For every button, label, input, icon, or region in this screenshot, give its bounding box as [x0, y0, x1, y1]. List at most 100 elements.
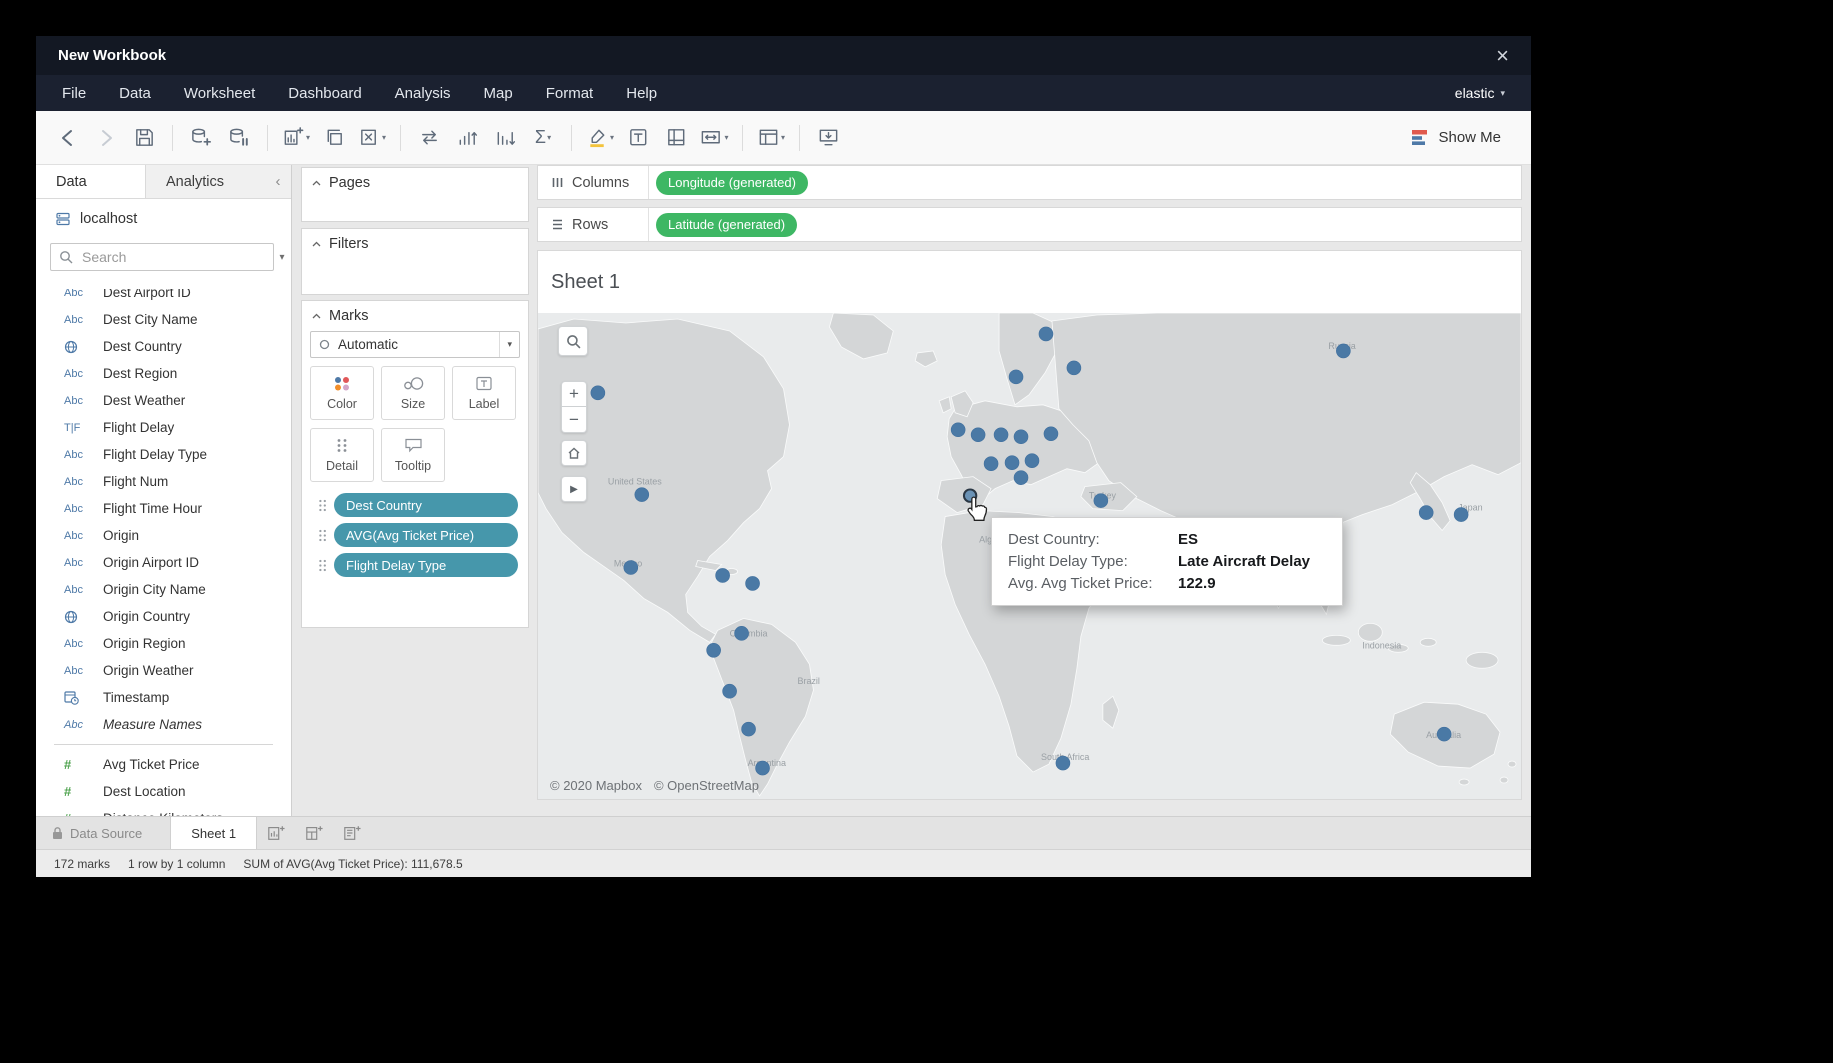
field-item[interactable]: Origin Country: [36, 603, 291, 630]
map-mark[interactable]: [591, 386, 605, 400]
new-dashboard-tab-button[interactable]: [295, 817, 333, 849]
field-item[interactable]: AbcOrigin: [36, 522, 291, 549]
size-button[interactable]: Size: [381, 366, 445, 420]
swap-rows-columns-button[interactable]: [411, 119, 447, 157]
map-mark[interactable]: [1025, 454, 1039, 468]
mapbox-attribution[interactable]: © 2020 Mapbox: [550, 778, 642, 793]
totals-button[interactable]: Σ▾: [525, 119, 561, 157]
zoom-in-button[interactable]: +: [561, 381, 587, 407]
pages-card[interactable]: Pages: [301, 167, 529, 222]
menu-data[interactable]: Data: [119, 85, 151, 102]
new-story-tab-button[interactable]: [333, 817, 371, 849]
marks-pill[interactable]: AVG(Avg Ticket Price): [334, 523, 518, 547]
map-mark[interactable]: [1056, 756, 1070, 770]
back-button[interactable]: [50, 119, 86, 157]
field-item[interactable]: AbcDest Weather: [36, 387, 291, 414]
map-mark[interactable]: [971, 428, 985, 442]
map-mark[interactable]: [994, 428, 1008, 442]
field-item[interactable]: AbcOrigin City Name: [36, 576, 291, 603]
map-mark[interactable]: [1039, 327, 1053, 341]
label-button[interactable]: Label: [452, 366, 516, 420]
presentation-mode-button[interactable]: [810, 119, 846, 157]
map-mark[interactable]: [984, 457, 998, 471]
sheet1-tab[interactable]: Sheet 1: [170, 817, 257, 849]
field-item[interactable]: Dest Country: [36, 333, 291, 360]
pill-longitude[interactable]: Longitude (generated): [656, 171, 808, 195]
tab-data[interactable]: Data: [36, 165, 146, 198]
field-item[interactable]: AbcOrigin Airport ID: [36, 549, 291, 576]
search-input[interactable]: [80, 248, 265, 266]
field-item[interactable]: AbcFlight Delay Type: [36, 441, 291, 468]
account-menu[interactable]: elastic ▾: [1455, 85, 1505, 101]
map-mark[interactable]: [742, 722, 756, 736]
menu-format[interactable]: Format: [546, 85, 594, 102]
map-mark[interactable]: [723, 684, 737, 698]
menu-map[interactable]: Map: [484, 85, 513, 102]
map-mark[interactable]: [1336, 344, 1350, 358]
field-item[interactable]: AbcDest City Name: [36, 306, 291, 333]
tab-analytics[interactable]: Analytics: [146, 165, 265, 198]
map-mark[interactable]: [1437, 727, 1451, 741]
duplicate-sheet-button[interactable]: [316, 119, 352, 157]
map-mark[interactable]: [1094, 494, 1108, 508]
map-mark[interactable]: [1014, 471, 1028, 485]
mark-type-dropdown[interactable]: Automatic ▾: [310, 331, 520, 358]
field-item[interactable]: AbcFlight Num: [36, 468, 291, 495]
show-hide-cards-button[interactable]: ▾: [753, 119, 789, 157]
menu-file[interactable]: File: [62, 85, 86, 102]
pill-latitude[interactable]: Latitude (generated): [656, 213, 797, 237]
map-mark[interactable]: [716, 568, 730, 582]
osm-attribution[interactable]: © OpenStreetMap: [654, 778, 759, 793]
field-item[interactable]: AbcMeasure Names: [36, 711, 291, 738]
clear-sheet-button[interactable]: ▾: [354, 119, 390, 157]
map-mark[interactable]: [951, 423, 965, 437]
columns-shelf[interactable]: Columns Longitude (generated): [537, 165, 1522, 200]
fix-axes-button[interactable]: [658, 119, 694, 157]
new-worksheet-tab-button[interactable]: [257, 817, 295, 849]
marks-pill[interactable]: Flight Delay Type: [334, 553, 518, 577]
show-me-button[interactable]: Show Me: [1411, 129, 1517, 146]
detail-button[interactable]: Detail: [310, 428, 374, 482]
map-mark[interactable]: [635, 488, 649, 502]
map-mark[interactable]: [1044, 427, 1058, 441]
forward-button[interactable]: [88, 119, 124, 157]
field-item[interactable]: AbcOrigin Weather: [36, 657, 291, 684]
map-mark[interactable]: [1419, 506, 1433, 520]
sort-ascending-button[interactable]: [449, 119, 485, 157]
field-item[interactable]: Timestamp: [36, 684, 291, 711]
field-list-menu-icon[interactable]: ▾: [277, 252, 287, 263]
menu-analysis[interactable]: Analysis: [395, 85, 451, 102]
field-item[interactable]: T|FFlight Delay: [36, 414, 291, 441]
show-mark-labels-button[interactable]: [620, 119, 656, 157]
map-mark[interactable]: [624, 560, 638, 574]
field-item[interactable]: AbcDest Airport ID: [36, 289, 291, 306]
field-item[interactable]: #Avg Ticket Price: [36, 751, 291, 778]
marks-pill[interactable]: Dest Country: [334, 493, 518, 517]
field-item[interactable]: AbcFlight Time Hour: [36, 495, 291, 522]
sort-descending-button[interactable]: [487, 119, 523, 157]
collapse-pane-icon[interactable]: ‹: [265, 165, 291, 198]
data-source-tab[interactable]: Data Source: [36, 817, 170, 849]
field-item[interactable]: #Dest Location: [36, 778, 291, 805]
map-mark[interactable]: [707, 643, 721, 657]
menu-dashboard[interactable]: Dashboard: [288, 85, 361, 102]
field-item[interactable]: AbcOrigin Region: [36, 630, 291, 657]
map-mark[interactable]: [746, 576, 760, 590]
color-button[interactable]: Color: [310, 366, 374, 420]
add-data-source-button[interactable]: [183, 119, 219, 157]
pause-data-updates-button[interactable]: [221, 119, 257, 157]
fit-selector-button[interactable]: ▾: [696, 119, 732, 157]
zoom-out-button[interactable]: −: [561, 407, 587, 433]
field-item[interactable]: #Distance Kilometers: [36, 805, 291, 816]
rows-shelf[interactable]: Rows Latitude (generated): [537, 207, 1522, 242]
map-mark[interactable]: [1005, 456, 1019, 470]
filters-card[interactable]: Filters: [301, 228, 529, 295]
map-mark[interactable]: [1009, 370, 1023, 384]
zoom-home-button[interactable]: [561, 440, 587, 466]
map-mark[interactable]: [756, 761, 770, 775]
menu-worksheet[interactable]: Worksheet: [184, 85, 255, 102]
save-button[interactable]: [126, 119, 162, 157]
close-icon[interactable]: ×: [1496, 45, 1509, 67]
field-item[interactable]: AbcDest Region: [36, 360, 291, 387]
new-worksheet-button[interactable]: ▾: [278, 119, 314, 157]
